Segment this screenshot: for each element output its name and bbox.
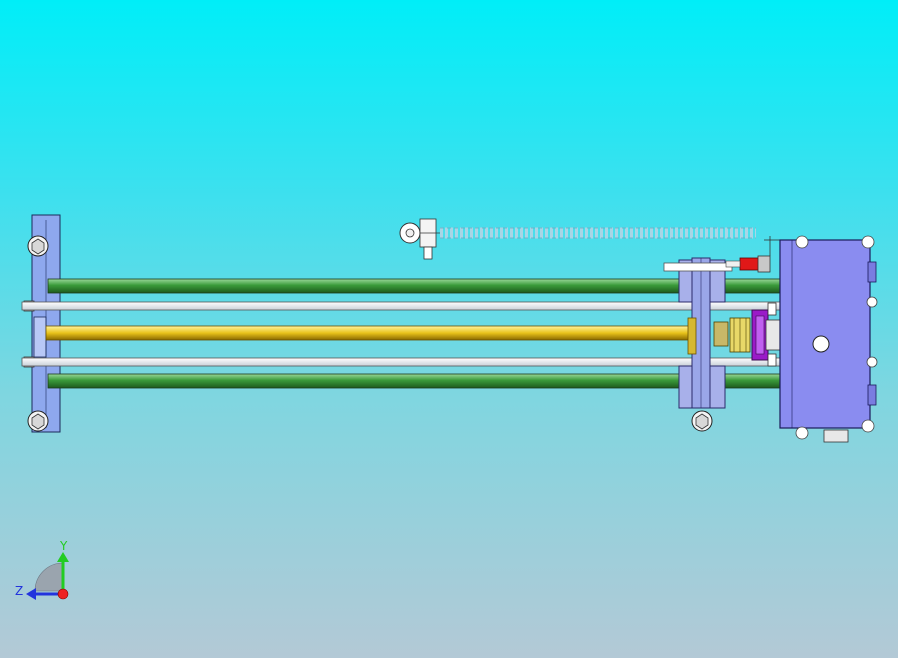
x-axis-dot xyxy=(57,588,69,600)
upper-guide-rod xyxy=(47,278,781,294)
left-top-bolt xyxy=(27,235,49,257)
spring-cable xyxy=(440,227,756,239)
z-axis-label: Z xyxy=(15,584,23,598)
upper-tie-bar xyxy=(21,301,781,311)
z-axis-arrowhead xyxy=(26,588,36,600)
cad-viewport[interactable]: Y Z xyxy=(0,0,898,658)
lower-guide-rod xyxy=(47,373,781,389)
rod-end-eye xyxy=(399,218,440,260)
lead-screw xyxy=(45,325,697,341)
motor-shaft-boss xyxy=(812,335,830,353)
motor-coupling xyxy=(751,302,781,367)
y-axis-label: Y xyxy=(59,539,68,553)
assembly-drawing: Y Z xyxy=(15,214,878,600)
axis-triad-arc xyxy=(34,562,64,592)
carriage-bottom-bolt xyxy=(691,410,713,432)
lower-tie-bar xyxy=(21,357,781,367)
limit-switch xyxy=(725,236,780,273)
axis-triad: Y Z xyxy=(15,539,69,600)
left-bottom-bolt xyxy=(27,410,49,432)
y-axis-arrowhead xyxy=(57,552,69,562)
